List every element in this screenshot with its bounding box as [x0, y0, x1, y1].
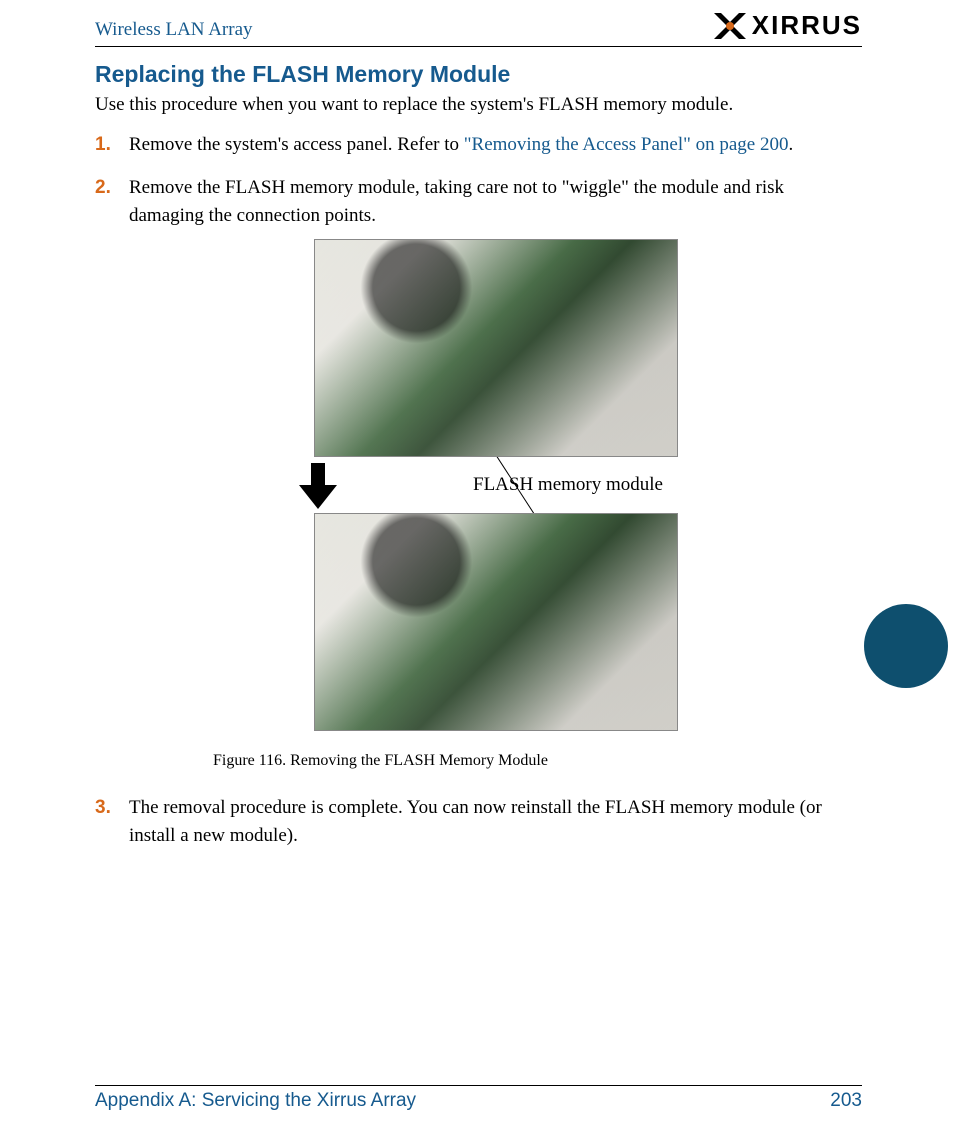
step-1: 1. Remove the system's access panel. Ref…: [129, 131, 862, 159]
footer-rule: [95, 1085, 862, 1086]
step-text: Remove the FLASH memory module, taking c…: [129, 177, 784, 226]
arrow-down-icon: [299, 463, 337, 509]
figure-caption: Figure 116. Removing the FLASH Memory Mo…: [213, 749, 548, 772]
figure-photo-bottom: [314, 513, 678, 731]
brand-logo: XIRRUS: [714, 10, 862, 41]
step-text: The removal procedure is complete. You c…: [129, 797, 822, 846]
figure-callout-label: FLASH memory module: [473, 471, 663, 499]
step-3: 3. The removal procedure is complete. Yo…: [129, 794, 862, 849]
footer-appendix: Appendix A: Servicing the Xirrus Array: [95, 1090, 416, 1112]
step-number: 1.: [95, 131, 111, 159]
figure-photo-top: [314, 239, 678, 457]
footer-page-number: 203: [830, 1090, 862, 1112]
section-intro: Use this procedure when you want to repl…: [95, 92, 862, 119]
cross-reference-link[interactable]: "Removing the Access Panel" on page 200: [464, 134, 789, 155]
step-2: 2. Remove the FLASH memory module, takin…: [129, 174, 862, 772]
step-text: Remove the system's access panel. Refer …: [129, 134, 464, 155]
step-number: 2.: [95, 174, 111, 202]
step-number: 3.: [95, 794, 111, 822]
brand-logo-text: XIRRUS: [752, 10, 862, 41]
thumb-tab-marker: [864, 604, 948, 688]
header-rule: [95, 46, 862, 47]
section-title: Replacing the FLASH Memory Module: [95, 61, 862, 88]
step-text-tail: .: [789, 134, 794, 155]
running-header: Wireless LAN Array: [95, 19, 253, 41]
xirrus-mark-icon: [714, 13, 746, 39]
